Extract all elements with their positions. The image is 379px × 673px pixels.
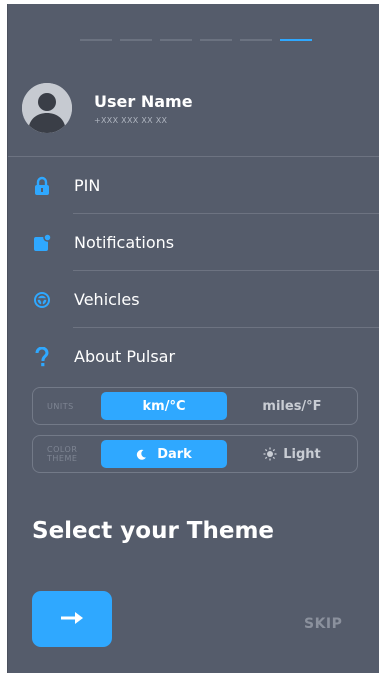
page-title: Select your Theme <box>32 518 275 544</box>
theme-option-label: Dark <box>157 446 192 462</box>
progress-indicator <box>80 39 312 41</box>
notification-icon <box>32 233 52 253</box>
units-option-metric[interactable]: km/°C <box>101 392 227 420</box>
theme-label-line1: COLOR <box>47 445 78 454</box>
menu-item-label: Vehicles <box>74 290 140 309</box>
theme-option-light[interactable]: Light <box>229 440 355 468</box>
theme-option-dark[interactable]: Dark <box>101 440 227 468</box>
progress-step <box>200 39 232 41</box>
lock-icon <box>32 176 52 196</box>
units-selector: UNITS km/°C miles/°F <box>32 387 358 425</box>
avatar-placeholder-icon <box>22 83 72 133</box>
menu-item-label: About Pulsar <box>74 347 176 366</box>
units-label-text: UNITS <box>47 401 74 411</box>
theme-selector: COLOR THEME Dark Light <box>32 435 358 473</box>
progress-step <box>160 39 192 41</box>
progress-step <box>240 39 272 41</box>
menu-item-about[interactable]: About Pulsar <box>8 328 379 385</box>
menu-item-notifications[interactable]: Notifications <box>8 214 379 271</box>
progress-step <box>80 39 112 41</box>
skip-button[interactable]: SKIP <box>304 616 342 632</box>
user-name: User Name <box>94 91 193 111</box>
menu-item-label: Notifications <box>74 233 175 252</box>
next-button[interactable] <box>32 591 112 647</box>
question-icon <box>32 346 52 367</box>
moon-icon <box>136 449 147 460</box>
progress-step-active <box>280 39 312 41</box>
progress-step <box>120 39 152 41</box>
theme-label: COLOR THEME <box>47 436 77 472</box>
steering-wheel-icon <box>32 290 52 310</box>
user-profile[interactable]: User Name +XXX XXX XX XX <box>22 83 193 133</box>
settings-screen: User Name +XXX XXX XX XX PIN Notificatio… <box>7 4 379 673</box>
theme-option-label: Light <box>283 446 321 462</box>
menu-item-vehicles[interactable]: Vehicles <box>8 271 379 328</box>
sun-icon <box>263 447 277 461</box>
arrow-right-icon <box>59 610 85 629</box>
menu-item-pin[interactable]: PIN <box>8 157 379 214</box>
menu-item-label: PIN <box>74 176 101 195</box>
units-option-imperial[interactable]: miles/°F <box>229 392 355 420</box>
units-label: UNITS <box>47 388 74 424</box>
user-phone: +XXX XXX XX XX <box>94 115 168 125</box>
theme-label-line2: THEME <box>47 454 78 463</box>
settings-menu: PIN Notifications Vehicles About Pulsar <box>8 157 379 385</box>
